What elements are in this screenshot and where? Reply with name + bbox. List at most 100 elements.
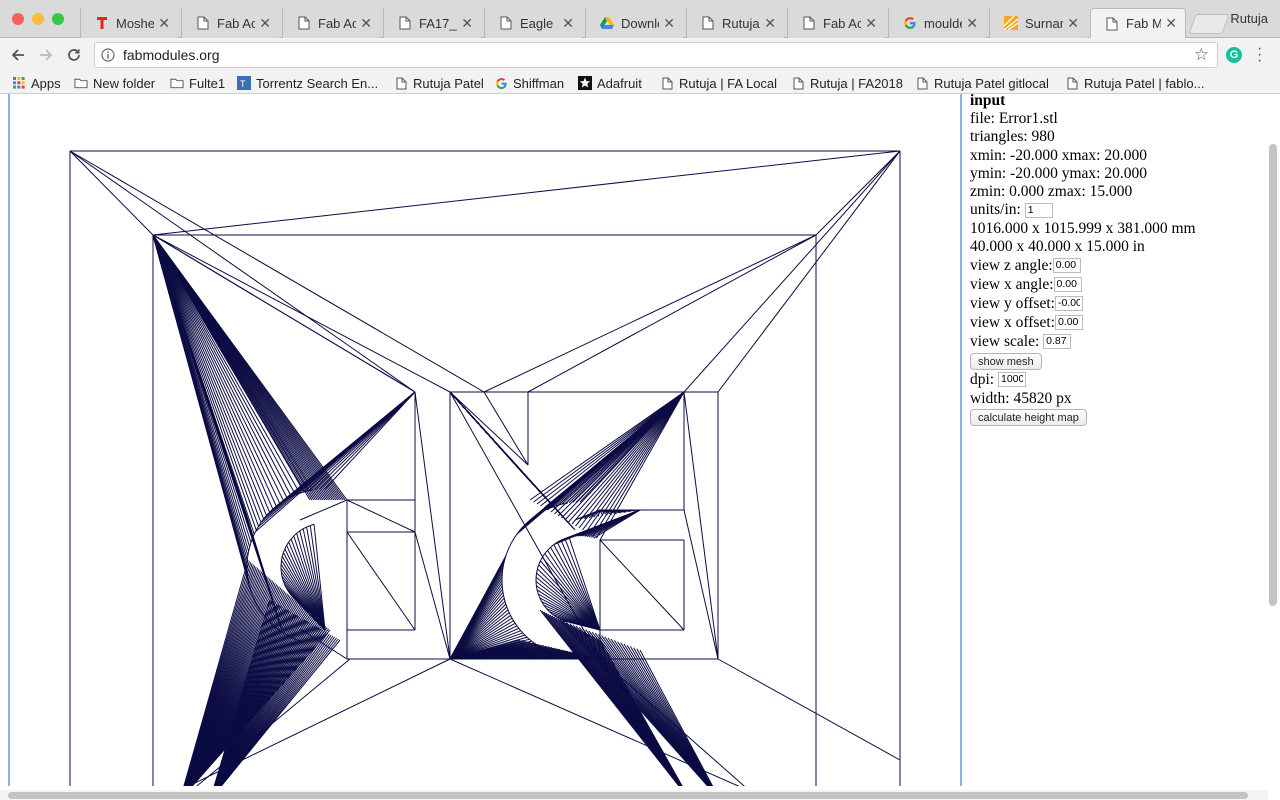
panel-title: input [970, 94, 1006, 109]
view-x-angle-input[interactable] [1053, 276, 1082, 292]
close-tab-icon[interactable]: ✕ [360, 15, 372, 32]
bookmark-item[interactable]: Shiffman [494, 75, 564, 91]
tab-strip: Moshe S✕Fab Aca✕Fab Aca✕FA17_Ele✕Eagle✕D… [0, 0, 1280, 38]
close-tab-icon[interactable]: ✕ [966, 15, 978, 32]
bookmark-item[interactable]: T Torrentz Search En... [237, 75, 378, 91]
page-icon [297, 16, 311, 30]
folder-icon [170, 76, 184, 90]
apps-grid-icon [12, 76, 26, 90]
tab[interactable]: Moshe S✕ [80, 8, 178, 38]
tab[interactable]: Eagle ✕ [484, 8, 582, 38]
bookmark-item[interactable]: Rutuja | FA Local [660, 75, 777, 91]
new-tab-button[interactable] [1188, 14, 1230, 34]
close-window-button[interactable] [12, 13, 24, 25]
view-y-offset-label: view y offset: [970, 294, 1055, 312]
close-tab-icon[interactable]: ✕ [158, 15, 170, 32]
reload-button[interactable] [64, 45, 84, 65]
page-icon [701, 16, 715, 30]
view-x-offset-input[interactable] [1054, 314, 1083, 330]
view-z-angle-input[interactable] [1052, 257, 1081, 273]
drive-icon [600, 16, 614, 30]
close-tab-icon[interactable]: ✕ [461, 15, 473, 32]
bookmark-label: Rutuja Patel | fablo... [1084, 75, 1205, 91]
view-y-offset-input[interactable] [1054, 295, 1083, 311]
tab[interactable]: Fab Aca✕ [787, 8, 885, 38]
tab[interactable]: Fab Aca✕ [181, 8, 279, 38]
view-x-angle-label: view x angle: [970, 275, 1054, 293]
tab-title: FA17_Ele [419, 15, 457, 31]
tab-active[interactable]: Fab Mod✕ [1090, 8, 1186, 38]
tab-title: Surname [1025, 15, 1063, 31]
t-icon [95, 16, 109, 30]
sun-icon [1004, 16, 1018, 30]
bookmark-item[interactable]: Rutuja Patel [394, 75, 484, 91]
dpi-label: dpi: [970, 370, 995, 388]
page-icon [196, 16, 210, 30]
bookmark-star-icon[interactable]: ☆ [1194, 45, 1209, 65]
horizontal-scroll-thumb[interactable] [8, 792, 1248, 799]
google-icon [903, 16, 917, 30]
page-icon [1065, 76, 1079, 90]
bookmark-item[interactable]: Rutuja | FA2018 [791, 75, 903, 91]
url-text[interactable]: fabmodules.org [123, 47, 220, 63]
bookmark-item[interactable]: Adafruit [578, 75, 642, 91]
units-input[interactable] [1024, 202, 1053, 218]
profile-name[interactable]: Rutuja [1230, 11, 1268, 26]
view-scale-input[interactable] [1043, 333, 1072, 349]
close-tab-icon[interactable]: ✕ [663, 15, 675, 32]
size-mm: 1016.000 x 1015.999 x 381.000 mm [970, 220, 1196, 238]
reload-icon [68, 49, 80, 61]
folder-icon [74, 76, 88, 90]
close-tab-icon[interactable]: ✕ [562, 15, 574, 32]
bookmark-item[interactable]: Rutuja Patel | fablo... [1065, 75, 1204, 91]
address-bar[interactable]: fabmodules.org ☆ [94, 42, 1218, 68]
bookmark-item[interactable]: Apps [12, 75, 61, 91]
show-mesh-button[interactable]: show mesh [970, 353, 1042, 370]
bookmark-label: Fulte1 [189, 75, 226, 91]
tab[interactable]: Surname✕ [989, 8, 1087, 38]
vertical-scroll-thumb[interactable] [1269, 144, 1277, 606]
page-icon [802, 16, 816, 30]
page-icon [915, 76, 929, 90]
tab-title: Downloa [621, 15, 659, 31]
back-button[interactable] [8, 45, 28, 65]
close-tab-icon[interactable]: ✕ [764, 15, 776, 32]
close-tab-icon[interactable]: ✕ [1165, 15, 1177, 32]
view-z-angle-label: view z angle: [970, 256, 1053, 274]
tab[interactable]: Downloa✕ [585, 8, 683, 38]
horizontal-scrollbar[interactable] [0, 790, 1268, 800]
close-tab-icon[interactable]: ✕ [1067, 15, 1079, 32]
maximize-window-button[interactable] [52, 13, 64, 25]
bookmark-label: Torrentz Search En... [256, 75, 379, 91]
view-x-offset-label: view x offset: [970, 313, 1055, 331]
dpi-input[interactable] [998, 371, 1026, 387]
bookmark-item[interactable]: Fulte1 [170, 75, 225, 91]
forward-button[interactable] [36, 45, 56, 65]
tab[interactable]: moulde✕ [888, 8, 986, 38]
bookmark-item[interactable]: Rutuja Patel gitlocal [915, 75, 1049, 91]
info-icon[interactable] [101, 48, 115, 62]
vertical-scrollbar[interactable] [1268, 94, 1278, 792]
tab[interactable]: Rutuja P✕ [686, 8, 784, 38]
mesh-view[interactable] [10, 94, 960, 786]
page-icon [398, 16, 412, 30]
close-tab-icon[interactable]: ✕ [259, 15, 271, 32]
page-icon [499, 16, 513, 30]
close-tab-icon[interactable]: ✕ [865, 15, 877, 32]
tab[interactable]: FA17_Ele✕ [383, 8, 481, 38]
menu-dots-icon[interactable]: · · · [1257, 41, 1262, 69]
y-range: ymin: -20.000 ymax: 20.000 [970, 164, 1147, 182]
window-controls [12, 13, 64, 25]
bookmarks-bar: Apps New folder Fulte1 T Torrentz Search En.… [0, 72, 1280, 94]
browser-toolbar: fabmodules.org ☆ G · · · [0, 38, 1280, 72]
adafruit-star-icon [578, 76, 592, 90]
minimize-window-button[interactable] [32, 13, 44, 25]
bookmark-label: Shiffman [513, 75, 565, 91]
bookmark-label: Rutuja | FA2018 [810, 75, 903, 91]
mesh-canvas[interactable] [8, 94, 962, 786]
grammarly-icon[interactable]: G [1226, 47, 1242, 63]
bookmark-item[interactable]: New folder [74, 75, 155, 91]
calculate-height-map-button[interactable]: calculate height map [970, 409, 1087, 427]
tab-title: moulde [924, 15, 962, 31]
tab[interactable]: Fab Aca✕ [282, 8, 380, 38]
